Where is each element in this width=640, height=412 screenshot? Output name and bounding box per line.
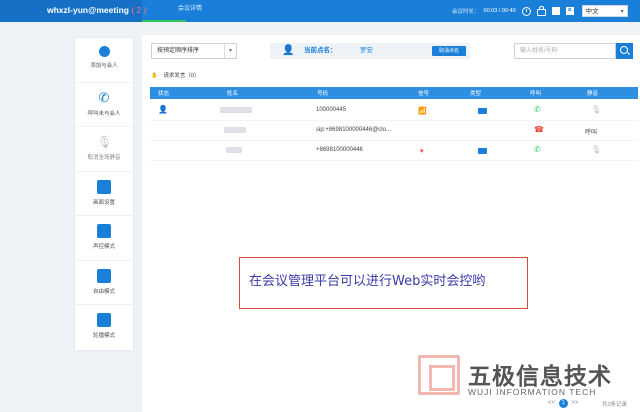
top-bar: whxzl-yun@meeting ( 2 ) 会议详情 会议时长： 00:03… <box>0 0 640 22</box>
voice-mode-button[interactable]: 声控模式 <box>75 216 133 261</box>
phone-call-icon: ✆ <box>98 89 110 105</box>
add-participant-button[interactable]: 添加与会人 <box>75 38 133 83</box>
carousel-mode-button[interactable]: 轮播模式 <box>75 305 133 350</box>
table-header: 状态 姓名 号码 信号 类型 呼叫 静音 <box>150 87 638 99</box>
hand-icon: ✋ <box>151 73 158 79</box>
tool-label: 添加与会人 <box>90 63 118 69</box>
col-type: 类型 <box>470 91 482 97</box>
tab-meeting-details[interactable]: 会议详情 <box>178 0 202 22</box>
mic-icon[interactable]: 🎙 <box>591 145 601 154</box>
current-speaker-name: 罗安 <box>360 47 373 54</box>
pagination: << 1 >> <box>548 399 578 408</box>
table-row[interactable]: 👤 100000445 📶 ✆ 🎙 <box>150 101 638 121</box>
logo-text-en: WUJI INFORMATION TECH <box>468 387 597 397</box>
speaker-user-icon: 👤 <box>282 45 295 56</box>
lock-icon[interactable] <box>536 6 546 16</box>
user-plus-icon <box>98 46 110 57</box>
sort-select[interactable]: 按预定顺序排序 ▾ <box>151 43 237 59</box>
prev-page-button[interactable]: << <box>548 400 555 406</box>
wifi-green-icon: 📶 <box>418 108 427 115</box>
meeting-duration-label: 会议时长： <box>452 9 480 15</box>
phone-green-icon[interactable]: ✆ <box>534 105 541 114</box>
signal-red-icon: ▾ <box>420 148 424 155</box>
col-call: 呼叫 <box>530 91 542 97</box>
free-mode-button[interactable]: 自由模式 <box>75 261 133 305</box>
tool-label: 自由模式 <box>92 288 115 295</box>
table-row[interactable]: sip:+8698100000446@clo... ☎ 呼叫 <box>150 121 638 141</box>
name-redacted <box>226 147 242 153</box>
col-name: 姓名 <box>227 91 239 97</box>
active-tab-indicator <box>142 20 186 22</box>
participant-number: sip:+8698100000446@clo... <box>316 127 391 133</box>
video-icon <box>478 148 487 154</box>
raise-hand-requests[interactable]: ✋ 请求发言（0） <box>151 71 199 79</box>
free-mode-icon <box>97 268 111 283</box>
participant-number: +8698100000446 <box>316 147 363 153</box>
call-absent-button[interactable]: ✆ 呼叫未与会人 <box>75 83 133 127</box>
clock-icon[interactable] <box>521 6 531 16</box>
col-signal: 信号 <box>418 91 430 97</box>
search-icon[interactable] <box>616 43 633 59</box>
company-logo: 五极信息技术 WUJI INFORMATION TECH <box>418 355 638 405</box>
col-mute: 静音 <box>587 91 599 97</box>
name-redacted <box>220 107 252 113</box>
meeting-tools: 添加与会人 ✆ 呼叫未与会人 🎙 取消全场静音 画面设置 声控模式 自由模式 轮… <box>75 38 133 350</box>
phone-green-icon[interactable]: ✆ <box>534 145 541 154</box>
chevron-down-icon: ▾ <box>224 44 236 58</box>
top-bar-controls: 会议时长： 00:03 / 00:40 × 中文 <box>452 0 628 22</box>
call-status-text: 呼叫 <box>585 130 598 136</box>
name-redacted <box>224 127 246 133</box>
phone-hangup-red-icon[interactable]: ☎ <box>534 125 544 134</box>
col-status: 状态 <box>158 91 170 97</box>
cancel-rollcall-button[interactable]: 取消点名 <box>432 46 466 56</box>
logo-seal-icon <box>418 355 460 395</box>
record-count: 共3条记录 <box>602 402 628 408</box>
tool-label: 取消全场静音 <box>87 155 121 161</box>
participant-number: 100000445 <box>316 107 347 113</box>
current-speaker-label: 当前点名： <box>304 47 337 54</box>
unmute-all-button[interactable]: 🎙 取消全场静音 <box>75 127 133 172</box>
participant-count: ( 2 ) <box>131 5 147 15</box>
raise-hand-label: 请求发言（0） <box>163 73 200 79</box>
tool-label: 画面设置 <box>92 199 115 206</box>
meeting-account-name: whxzl-yun@meeting <box>47 5 129 15</box>
search-input[interactable]: 输入姓名/号码 <box>514 43 616 59</box>
tool-label: 轮播模式 <box>92 333 115 339</box>
close-icon[interactable]: × <box>565 7 574 15</box>
tool-label: 声控模式 <box>92 244 115 250</box>
sort-select-value: 按预定顺序排序 <box>157 48 200 54</box>
table-row[interactable]: +8698100000446 ▾ ✆ 🎙 <box>150 141 638 161</box>
language-select[interactable]: 中文 <box>581 5 628 18</box>
next-page-button[interactable]: >> <box>571 400 578 406</box>
video-icon <box>478 108 487 114</box>
carousel-mode-icon <box>97 313 111 327</box>
layout-settings-button[interactable]: 画面设置 <box>75 172 133 216</box>
layout-grid-icon <box>97 179 111 194</box>
speaker-status-icon: 👤 <box>158 105 168 114</box>
mic-icon: 🎙 <box>97 135 113 149</box>
meeting-account: whxzl-yun@meeting ( 2 ) <box>0 0 146 22</box>
annotation-callout: 在会议管理平台可以进行Web实时会控哟 <box>239 257 528 309</box>
stop-meeting-icon[interactable] <box>551 7 560 15</box>
current-page[interactable]: 1 <box>558 399 568 408</box>
meeting-duration-value: 00:03 / 00:40 <box>483 8 516 14</box>
mic-icon[interactable]: 🎙 <box>591 105 601 114</box>
tool-label: 呼叫未与会人 <box>87 110 121 117</box>
col-number: 号码 <box>317 91 329 97</box>
voice-mode-icon <box>97 224 111 238</box>
current-speaker-bar: 👤 当前点名： 罗安 取消点名 <box>270 43 470 59</box>
logo-text-cn: 五极信息技术 <box>468 364 612 390</box>
